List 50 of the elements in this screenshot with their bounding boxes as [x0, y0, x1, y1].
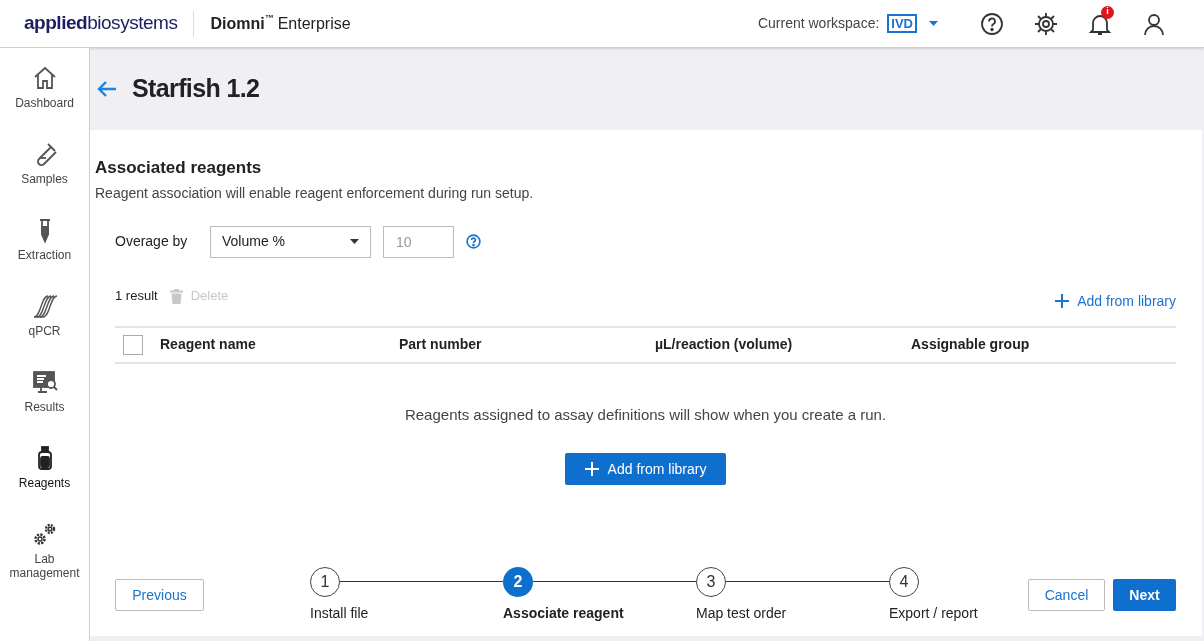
back-arrow-icon[interactable] — [96, 80, 118, 98]
column-header: Assignable group — [911, 335, 1031, 354]
sidebar-item[interactable]: Lab management — [0, 518, 89, 594]
product-name: Diomni — [210, 13, 265, 34]
overage-label: Overage by — [115, 232, 189, 251]
monitor-search-icon — [30, 368, 59, 396]
caret-icon — [929, 21, 938, 26]
trademark-mark: ™ — [264, 11, 274, 23]
step-number: 4 — [889, 566, 919, 597]
help-icon[interactable] — [980, 11, 1004, 36]
caret-icon — [350, 239, 359, 244]
brand-logo-text: applied — [24, 11, 88, 36]
trash-icon — [169, 288, 183, 304]
section-description: Reagent association will enable reagent enforcement during run setup. — [95, 183, 535, 203]
cancel-button[interactable]: Cancel — [1028, 579, 1105, 611]
column-header: Part number — [399, 335, 483, 354]
sidebar-item[interactable]: Dashboard — [0, 62, 89, 138]
user-icon[interactable] — [1142, 11, 1166, 36]
step-number: 3 — [696, 566, 726, 597]
sidebar-item[interactable]: Reagents — [0, 442, 89, 518]
sidebar-item[interactable]: qPCR — [0, 290, 89, 366]
result-count: 1 result — [115, 287, 158, 306]
workspace-label: Current workspace: — [757, 14, 880, 33]
next-button[interactable]: Next — [1113, 579, 1176, 611]
step-label: Map test order — [696, 604, 788, 623]
select-all-checkbox[interactable] — [123, 334, 143, 355]
sidebar-item[interactable]: Extraction — [0, 214, 89, 290]
product-edition: Enterprise — [277, 13, 351, 34]
add-from-library-button[interactable]: Add from library — [565, 453, 726, 485]
step-number: 2 — [503, 566, 533, 597]
sidebar-item[interactable]: Results — [0, 366, 89, 442]
overage-input[interactable]: 10 — [383, 225, 454, 258]
plus-icon — [1055, 294, 1070, 308]
notification-badge: i — [1101, 5, 1114, 19]
step-label: Associate reagent — [503, 604, 625, 623]
column-header: µL/reaction (volume) — [655, 335, 794, 354]
settings-icon[interactable] — [1034, 11, 1058, 36]
plus-icon — [584, 462, 599, 476]
page-title: Starfish 1.2 — [132, 73, 260, 105]
section-title: Associated reagents — [95, 157, 263, 179]
column-header: Reagent name — [160, 335, 257, 354]
overage-select[interactable]: Volume % — [210, 225, 371, 258]
step-label: Install file — [310, 604, 370, 623]
empty-table-message: Reagents assigned to assay definitions will show when you create a run. — [403, 404, 888, 425]
step-number: 1 — [310, 566, 340, 597]
previous-button[interactable]: Previous — [115, 579, 204, 611]
add-from-library-link[interactable]: Add from library — [1055, 290, 1176, 312]
sidebar-item[interactable]: Samples — [0, 138, 89, 214]
step-label: Export / report — [889, 604, 979, 623]
brand-logo-subtext: biosystems — [87, 11, 178, 36]
